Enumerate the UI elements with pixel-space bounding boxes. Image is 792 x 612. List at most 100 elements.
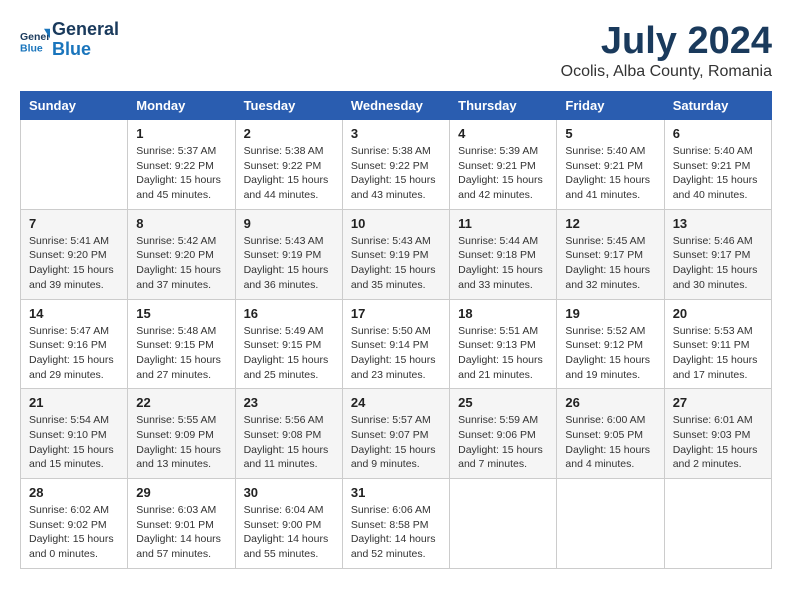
calendar-cell: 2 Sunrise: 5:38 AMSunset: 9:22 PMDaylight… xyxy=(235,120,342,210)
logo-line2: Blue xyxy=(52,40,119,60)
calendar-cell: 26Sunrise: 6:00 AMSunset: 9:05 PMDayligh… xyxy=(557,389,664,479)
day-number: 25 xyxy=(458,395,548,410)
day-number: 14 xyxy=(29,306,119,321)
day-info: Sunrise: 5:47 AMSunset: 9:16 PMDaylight:… xyxy=(29,324,119,383)
day-number: 22 xyxy=(136,395,226,410)
day-number: 17 xyxy=(351,306,441,321)
weekday-header-row: SundayMondayTuesdayWednesdayThursdayFrid… xyxy=(21,92,772,120)
day-number: 21 xyxy=(29,395,119,410)
weekday-header-wednesday: Wednesday xyxy=(342,92,449,120)
day-number: 9 xyxy=(244,216,334,231)
calendar-cell: 17 Sunrise: 5:50 AMSunset: 9:14 PMDayligh… xyxy=(342,299,449,389)
calendar-cell: 1Sunrise: 5:37 AMSunset: 9:22 PMDaylight… xyxy=(128,120,235,210)
calendar-table: SundayMondayTuesdayWednesdayThursdayFrid… xyxy=(20,91,772,569)
calendar-body: 1Sunrise: 5:37 AMSunset: 9:22 PMDaylight… xyxy=(21,120,772,569)
day-info: Sunrise: 5:43 AMSunset: 9:19 PMDaylight:… xyxy=(351,234,441,293)
day-info: Sunrise: 5:37 AMSunset: 9:22 PMDaylight:… xyxy=(136,144,226,203)
day-number: 31 xyxy=(351,485,441,500)
calendar-cell: 6Sunrise: 5:40 AMSunset: 9:21 PMDaylight… xyxy=(664,120,771,210)
page-header: General Blue General Blue July 2024 Ocol… xyxy=(20,20,772,81)
calendar-cell: 11 Sunrise: 5:44 AMSunset: 9:18 PMDayligh… xyxy=(450,209,557,299)
day-info: Sunrise: 5:46 AMSunset: 9:17 PMDaylight:… xyxy=(673,234,763,293)
day-info: Sunrise: 6:04 AMSunset: 9:00 PMDaylight:… xyxy=(244,503,334,562)
day-info: Sunrise: 6:01 AMSunset: 9:03 PMDaylight:… xyxy=(673,413,763,472)
calendar-cell: 16Sunrise: 5:49 AMSunset: 9:15 PMDayligh… xyxy=(235,299,342,389)
day-info: Sunrise: 5:57 AMSunset: 9:07 PMDaylight:… xyxy=(351,413,441,472)
day-number: 26 xyxy=(565,395,655,410)
location: Ocolis, Alba County, Romania xyxy=(561,63,772,81)
calendar-week-3: 14 Sunrise: 5:47 AMSunset: 9:16 PMDayligh… xyxy=(21,299,772,389)
calendar-cell: 21 Sunrise: 5:54 AMSunset: 9:10 PMDayligh… xyxy=(21,389,128,479)
weekday-header-saturday: Saturday xyxy=(664,92,771,120)
day-info: Sunrise: 6:02 AMSunset: 9:02 PMDaylight:… xyxy=(29,503,119,562)
day-number: 8 xyxy=(136,216,226,231)
day-info: Sunrise: 5:42 AMSunset: 9:20 PMDaylight:… xyxy=(136,234,226,293)
weekday-header-sunday: Sunday xyxy=(21,92,128,120)
day-info: Sunrise: 5:38 AMSunset: 9:22 PMDaylight:… xyxy=(244,144,334,203)
weekday-header-thursday: Thursday xyxy=(450,92,557,120)
weekday-header-friday: Friday xyxy=(557,92,664,120)
logo-line1: General xyxy=(52,20,119,40)
calendar-cell xyxy=(557,479,664,569)
calendar-cell: 4 Sunrise: 5:39 AMSunset: 9:21 PMDaylight… xyxy=(450,120,557,210)
svg-text:General: General xyxy=(20,31,50,43)
day-number: 4 xyxy=(458,126,548,141)
day-info: Sunrise: 5:44 AMSunset: 9:18 PMDaylight:… xyxy=(458,234,548,293)
day-info: Sunrise: 5:49 AMSunset: 9:15 PMDaylight:… xyxy=(244,324,334,383)
calendar-cell xyxy=(450,479,557,569)
day-number: 24 xyxy=(351,395,441,410)
day-number: 27 xyxy=(673,395,763,410)
calendar-cell: 12Sunrise: 5:45 AMSunset: 9:17 PMDayligh… xyxy=(557,209,664,299)
calendar-cell: 3 Sunrise: 5:38 AMSunset: 9:22 PMDaylight… xyxy=(342,120,449,210)
calendar-week-4: 21 Sunrise: 5:54 AMSunset: 9:10 PMDayligh… xyxy=(21,389,772,479)
logo: General Blue General Blue xyxy=(20,20,119,60)
day-number: 28 xyxy=(29,485,119,500)
day-number: 2 xyxy=(244,126,334,141)
calendar-cell: 18 Sunrise: 5:51 AMSunset: 9:13 PMDayligh… xyxy=(450,299,557,389)
day-info: Sunrise: 5:50 AMSunset: 9:14 PMDaylight:… xyxy=(351,324,441,383)
day-info: Sunrise: 5:52 AMSunset: 9:12 PMDaylight:… xyxy=(565,324,655,383)
day-info: Sunrise: 5:39 AMSunset: 9:21 PMDaylight:… xyxy=(458,144,548,203)
day-number: 5 xyxy=(565,126,655,141)
day-number: 3 xyxy=(351,126,441,141)
day-info: Sunrise: 5:41 AMSunset: 9:20 PMDaylight:… xyxy=(29,234,119,293)
day-info: Sunrise: 5:55 AMSunset: 9:09 PMDaylight:… xyxy=(136,413,226,472)
day-number: 15 xyxy=(136,306,226,321)
calendar-cell: 20Sunrise: 5:53 AMSunset: 9:11 PMDayligh… xyxy=(664,299,771,389)
day-info: Sunrise: 5:38 AMSunset: 9:22 PMDaylight:… xyxy=(351,144,441,203)
calendar-cell: 14 Sunrise: 5:47 AMSunset: 9:16 PMDayligh… xyxy=(21,299,128,389)
day-info: Sunrise: 5:48 AMSunset: 9:15 PMDaylight:… xyxy=(136,324,226,383)
day-info: Sunrise: 5:53 AMSunset: 9:11 PMDaylight:… xyxy=(673,324,763,383)
day-number: 6 xyxy=(673,126,763,141)
day-number: 11 xyxy=(458,216,548,231)
day-number: 29 xyxy=(136,485,226,500)
logo-icon: General Blue xyxy=(20,25,50,55)
day-info: Sunrise: 5:51 AMSunset: 9:13 PMDaylight:… xyxy=(458,324,548,383)
day-info: Sunrise: 6:03 AMSunset: 9:01 PMDaylight:… xyxy=(136,503,226,562)
day-number: 30 xyxy=(244,485,334,500)
calendar-cell: 31Sunrise: 6:06 AMSunset: 8:58 PMDayligh… xyxy=(342,479,449,569)
calendar-cell: 8 Sunrise: 5:42 AMSunset: 9:20 PMDaylight… xyxy=(128,209,235,299)
calendar-cell: 28 Sunrise: 6:02 AMSunset: 9:02 PMDayligh… xyxy=(21,479,128,569)
day-info: Sunrise: 5:43 AMSunset: 9:19 PMDaylight:… xyxy=(244,234,334,293)
calendar-cell: 15 Sunrise: 5:48 AMSunset: 9:15 PMDayligh… xyxy=(128,299,235,389)
calendar-cell xyxy=(21,120,128,210)
day-info: Sunrise: 5:45 AMSunset: 9:17 PMDaylight:… xyxy=(565,234,655,293)
weekday-header-tuesday: Tuesday xyxy=(235,92,342,120)
month-title: July 2024 xyxy=(561,20,772,63)
day-number: 19 xyxy=(565,306,655,321)
calendar-cell: 7Sunrise: 5:41 AMSunset: 9:20 PMDaylight… xyxy=(21,209,128,299)
day-info: Sunrise: 5:54 AMSunset: 9:10 PMDaylight:… xyxy=(29,413,119,472)
svg-text:Blue: Blue xyxy=(20,42,43,54)
day-info: Sunrise: 5:56 AMSunset: 9:08 PMDaylight:… xyxy=(244,413,334,472)
day-number: 13 xyxy=(673,216,763,231)
calendar-cell: 23Sunrise: 5:56 AMSunset: 9:08 PMDayligh… xyxy=(235,389,342,479)
day-number: 10 xyxy=(351,216,441,231)
calendar-cell xyxy=(664,479,771,569)
calendar-cell: 22 Sunrise: 5:55 AMSunset: 9:09 PMDayligh… xyxy=(128,389,235,479)
calendar-cell: 10 Sunrise: 5:43 AMSunset: 9:19 PMDayligh… xyxy=(342,209,449,299)
calendar-week-1: 1Sunrise: 5:37 AMSunset: 9:22 PMDaylight… xyxy=(21,120,772,210)
day-number: 18 xyxy=(458,306,548,321)
calendar-week-2: 7Sunrise: 5:41 AMSunset: 9:20 PMDaylight… xyxy=(21,209,772,299)
weekday-header-monday: Monday xyxy=(128,92,235,120)
